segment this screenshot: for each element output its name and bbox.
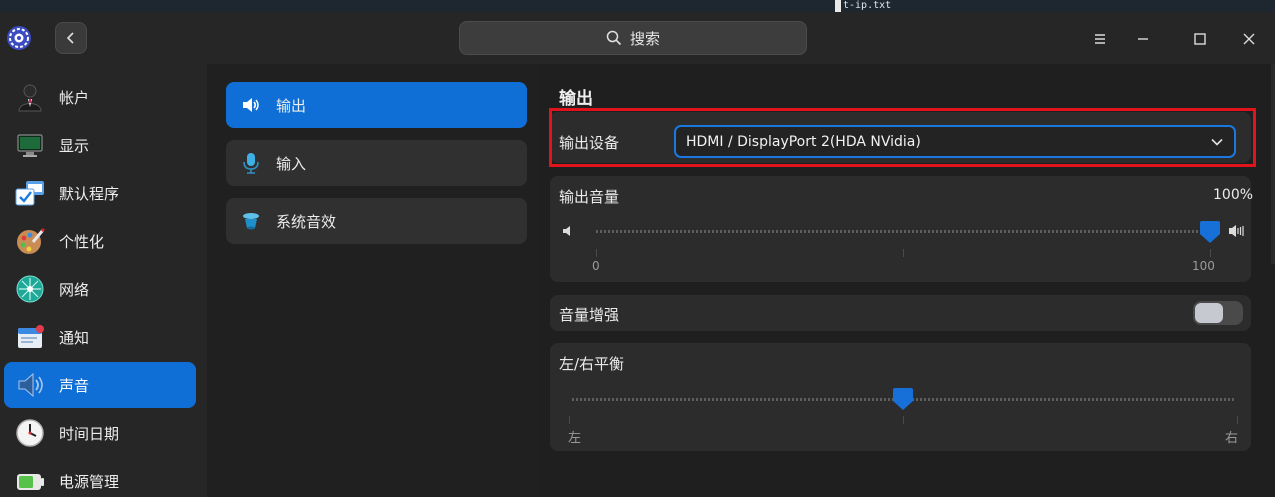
sound-icon [14,369,46,401]
close-button[interactable] [1236,26,1262,52]
volume-low-icon [563,226,570,236]
tab-input[interactable]: 输入 [226,140,527,186]
sidebar-item-power[interactable]: 电源管理 [4,458,196,497]
volume-max-label: 100 [1192,259,1215,273]
system-sound-icon [240,210,262,232]
chevron-down-icon [1211,138,1223,146]
volume-min-label: 0 [592,259,600,273]
tab-output[interactable]: 输出 [226,82,527,128]
output-volume-percent: 100% [1213,187,1254,203]
menu-button[interactable] [1087,26,1113,52]
output-settings-panel: 输出 输出设备 HDMI / DisplayPort 2(HDA NVidia)… [538,64,1275,497]
default-apps-icon [14,177,46,209]
balance-label: 左/右平衡 [559,355,625,373]
sidebar-item-label: 声音 [59,376,90,395]
sidebar-item-network[interactable]: 网络 [4,266,196,312]
output-volume-slider-thumb[interactable] [1199,219,1221,245]
volume-boost-label: 音量增强 [559,306,620,324]
tab-system-sound[interactable]: 系统音效 [226,198,527,244]
control-center-logo-icon [5,24,33,52]
sidebar-item-default-apps[interactable]: 默认程序 [4,170,196,216]
display-icon [14,129,46,161]
sidebar-item-label: 默认程序 [59,184,120,203]
tab-output-label: 输出 [276,96,307,115]
tab-system-sound-label: 系统音效 [276,212,337,231]
volume-tick [596,249,597,257]
tab-input-label: 输入 [276,154,307,173]
network-icon [14,273,46,305]
output-device-label: 输出设备 [559,134,620,152]
search-icon [606,30,622,46]
battery-icon [14,465,46,497]
sidebar-item-label: 电源管理 [59,472,120,491]
output-volume-card [550,176,1251,282]
background-window-filename: t-ip.txt [835,0,975,12]
output-device-value: HDMI / DisplayPort 2(HDA NVidia) [686,133,921,150]
page-title: 输出 [559,89,593,109]
titlebar: 搜索 [0,12,1275,64]
search-placeholder: 搜索 [629,29,660,48]
balance-tick [1237,416,1238,424]
sidebar: 帐户 显示 默认程序 个性化 网络 通知 声音 时间日期 电源管理 [0,64,207,497]
sidebar-item-label: 网络 [59,280,90,299]
toggle-knob [1195,303,1223,323]
sidebar-item-label: 通知 [59,328,90,347]
balance-tick [569,416,570,424]
output-volume-slider-track[interactable] [596,230,1210,233]
balance-right-label: 右 [1225,431,1239,446]
maximize-button[interactable] [1187,26,1213,52]
hamburger-menu-icon [1095,34,1105,44]
output-volume-label: 输出音量 [559,188,620,206]
speaker-icon [240,94,262,116]
volume-tick [903,249,904,257]
notification-icon [14,321,46,353]
chevron-left-icon [66,32,74,44]
search-input[interactable]: 搜索 [459,21,807,55]
balance-slider-thumb[interactable] [892,386,914,412]
account-icon [14,81,46,113]
back-button[interactable] [55,22,87,54]
minimize-icon [1138,38,1148,40]
microphone-icon [240,152,262,174]
personalization-icon [14,225,46,257]
balance-tick [903,416,904,424]
sidebar-item-sound[interactable]: 声音 [4,362,196,408]
sidebar-item-personalization[interactable]: 个性化 [4,218,196,264]
sidebar-item-label: 显示 [59,136,90,155]
sidebar-item-notification[interactable]: 通知 [4,314,196,360]
sound-subnav: 输出 输入 系统音效 [207,64,538,497]
volume-boost-row [550,295,1251,331]
sidebar-item-label: 时间日期 [59,424,120,443]
sidebar-item-display[interactable]: 显示 [4,122,196,168]
maximize-icon [1194,33,1206,45]
balance-left-label: 左 [568,431,582,446]
sidebar-item-label: 个性化 [59,232,105,251]
clock-icon [14,417,46,449]
sidebar-item-datetime[interactable]: 时间日期 [4,410,196,456]
volume-high-icon [1229,225,1244,237]
top-strip: t-ip.txt [0,0,1275,12]
sidebar-item-account[interactable]: 帐户 [4,74,196,120]
volume-boost-toggle[interactable] [1193,301,1243,325]
scrollbar[interactable] [1271,64,1275,264]
output-device-select[interactable]: HDMI / DisplayPort 2(HDA NVidia) [674,125,1236,158]
sidebar-item-label: 帐户 [59,88,90,107]
volume-tick [1210,249,1211,257]
minimize-button[interactable] [1130,26,1156,52]
close-icon [1243,33,1255,45]
